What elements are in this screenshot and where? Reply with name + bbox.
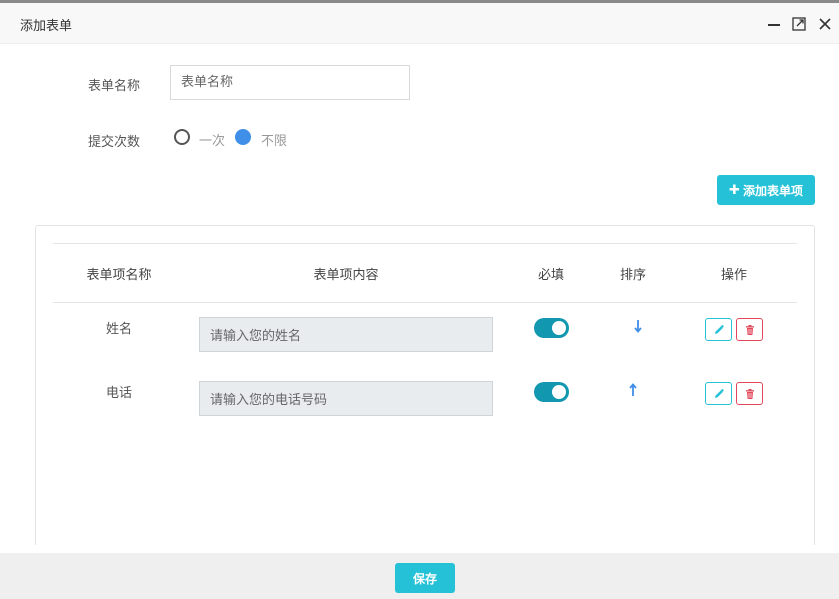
delete-button[interactable]	[736, 318, 763, 341]
pencil-icon	[714, 324, 724, 334]
toggle-knob	[552, 385, 566, 399]
column-header-required: 必填	[537, 268, 565, 283]
radio-unlimited-label: 不限	[261, 134, 288, 149]
row-item-name: 电话	[105, 386, 133, 401]
add-form-item-button[interactable]: ✚ 添加表单项	[717, 175, 815, 205]
column-header-item-content: 表单项内容	[313, 268, 379, 283]
maximize-icon[interactable]	[791, 16, 807, 32]
trash-icon	[745, 324, 754, 335]
column-header-item-name: 表单项名称	[86, 268, 152, 283]
minimize-icon[interactable]	[766, 16, 782, 32]
required-toggle[interactable]	[534, 382, 569, 402]
arrow-down-icon[interactable]	[633, 318, 643, 334]
arrow-up-icon[interactable]	[628, 382, 638, 398]
row-item-name: 姓名	[105, 322, 133, 337]
form-name-input[interactable]	[170, 65, 410, 100]
radio-once[interactable]	[174, 129, 190, 145]
edit-button[interactable]	[705, 318, 732, 341]
dialog-titlebar: 添加表单	[0, 3, 839, 44]
table-top-divider	[53, 243, 797, 244]
dialog-title: 添加表单	[20, 19, 73, 34]
plus-icon: ✚	[729, 182, 740, 198]
radio-unlimited[interactable]	[235, 129, 251, 145]
row-content-placeholder: 请输入您的电话号码	[210, 393, 328, 408]
edit-button[interactable]	[705, 382, 732, 405]
radio-once-label: 一次	[199, 134, 226, 149]
delete-button[interactable]	[736, 382, 763, 405]
row-content-field[interactable]: 请输入您的电话号码	[199, 381, 493, 416]
toggle-knob	[552, 321, 566, 335]
close-icon[interactable]	[817, 16, 833, 32]
pencil-icon	[714, 388, 724, 398]
save-button[interactable]: 保存	[395, 563, 455, 593]
trash-icon	[745, 388, 754, 399]
required-toggle[interactable]	[534, 318, 569, 338]
add-form-item-label: 添加表单项	[742, 183, 803, 198]
row-content-placeholder: 请输入您的姓名	[210, 329, 302, 344]
column-header-sort: 排序	[619, 268, 647, 283]
row-content-field[interactable]: 请输入您的姓名	[199, 317, 493, 352]
table-header-divider	[53, 302, 797, 303]
form-name-label: 表单名称	[88, 79, 141, 94]
column-header-actions: 操作	[720, 268, 748, 283]
submit-count-label: 提交次数	[88, 135, 141, 150]
